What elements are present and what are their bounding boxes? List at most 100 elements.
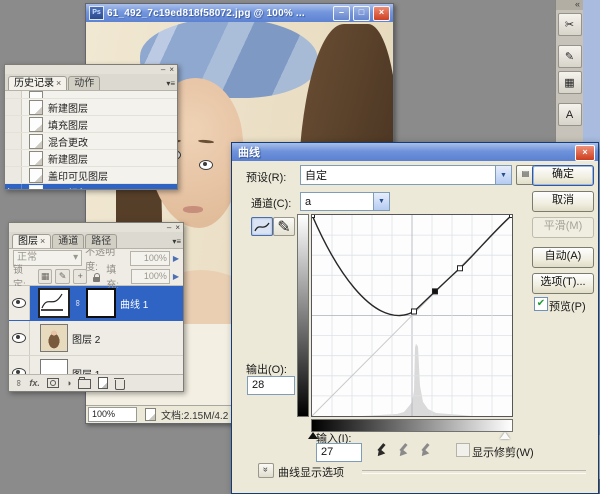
history-state-icon [29,151,43,166]
character-panel-icon[interactable]: A [558,103,582,126]
highlight-slider[interactable] [500,432,510,439]
dropdown-arrow-icon[interactable]: ▼ [373,193,389,210]
curve-plot[interactable] [311,214,513,417]
document-info-icon[interactable] [145,408,156,421]
image-window-title: 61_492_7c19ed818f58072.jpg @ 100% ... [107,8,330,19]
layers-bottom-bar: ∞ fx. ◑ [9,374,183,391]
curves-dialog-titlebar[interactable]: 曲线 [232,143,598,161]
new-group-icon[interactable] [78,379,91,389]
history-item[interactable]: 盖印可见图层 [5,167,177,184]
history-item-clipped[interactable] [5,91,177,99]
panel-close-icon[interactable]: × [175,224,180,232]
maximize-button[interactable]: □ [353,6,370,21]
brushes-icon[interactable]: ✎ [558,45,582,68]
photo-lips [183,206,203,213]
tab-close-icon[interactable]: × [56,78,61,88]
delete-layer-icon[interactable] [115,380,125,390]
fill-field[interactable]: 100% [131,269,170,284]
tab-paths[interactable]: 路径 [85,234,117,248]
mask-link-icon[interactable]: ∞ [73,299,83,307]
history-item[interactable]: 新建图层 [5,99,177,116]
new-layer-icon[interactable] [98,377,108,389]
display-options-expander[interactable]: » [258,463,274,478]
document-size-info: 文档:2.15M/4.2 [161,407,228,422]
auto-button[interactable]: 自动(A) [532,247,594,268]
photoshop-file-icon: Ps [89,6,104,20]
layer-row[interactable]: 图层 2 [9,321,183,356]
curve-plot-svg[interactable] [312,215,512,416]
preview-checkbox[interactable]: ✔ [534,297,548,311]
panel-close-icon[interactable]: × [169,66,174,74]
preset-select[interactable]: 自定 ▼ [300,165,512,185]
cancel-button[interactable]: 取消 [532,191,594,212]
show-clipping-label: 显示修剪(W) [472,444,534,460]
curve-point[interactable] [412,309,417,314]
image-window-titlebar[interactable]: Ps 61_492_7c19ed818f58072.jpg @ 100% ...… [86,4,393,22]
channel-select[interactable]: a ▼ [300,192,390,211]
gray-point-eyedropper-icon[interactable] [396,442,410,457]
lock-transparency-icon[interactable]: ▦ [38,269,53,284]
opacity-spinner-icon[interactable]: ▶ [173,254,179,263]
minimize-button[interactable]: – [333,6,350,21]
layer-name[interactable]: 图层 2 [72,331,100,346]
layer-name[interactable]: 曲线 1 [120,296,148,311]
curve-point[interactable] [510,215,513,218]
dock-collapse-chevron-icon[interactable]: « [556,0,583,10]
preview-label: 预览(P) [549,298,586,314]
ok-button[interactable]: 确定 [532,165,594,186]
layer-row-curves[interactable]: ∞ 曲线 1 [9,286,183,321]
curve-point-selected[interactable] [433,289,438,294]
history-item[interactable]: 混合更改 [5,133,177,150]
input-field[interactable]: 27 [316,443,362,462]
section-divider [362,470,586,474]
panel-menu-icon[interactable]: ▾≡ [172,238,181,246]
lock-position-icon[interactable]: + [73,269,88,284]
history-item[interactable]: 填充图层 [5,116,177,133]
curves-adjustment-thumbnail[interactable] [38,288,70,318]
pencil-curve-tool[interactable]: ✎ [273,217,295,236]
display-options-label: 曲线显示选项 [278,464,344,480]
tool-presets-icon[interactable]: ✂ [558,13,582,36]
history-list: 新建图层 填充图层 混合更改 新建图层 盖印可见图层 Lab 颜色 [5,91,177,189]
adjustment-layer-icon[interactable]: ◑ [66,378,71,388]
tab-layers[interactable]: 图层× [12,234,51,248]
visibility-eye-icon[interactable] [12,333,26,343]
history-item-selected[interactable]: Lab 颜色 [5,184,177,189]
point-curve-tool[interactable] [251,217,273,236]
layers-panel-minibar: – × [9,223,183,232]
curve-point[interactable] [458,266,463,271]
add-mask-icon[interactable] [47,378,59,388]
black-point-eyedropper-icon[interactable] [374,442,388,457]
blend-mode-row: 正常▾ 不透明度: 100% ▶ [9,249,183,267]
history-item[interactable]: 新建图层 [5,150,177,167]
fill-spinner-icon[interactable]: ▶ [173,272,179,281]
dialog-close-button[interactable]: × [575,145,595,161]
visibility-eye-icon[interactable] [12,298,26,308]
link-layers-icon[interactable]: ∞ [14,380,24,386]
panel-minimize-icon[interactable]: – [161,66,165,74]
output-field[interactable]: 28 [247,376,295,395]
tab-channels[interactable]: 通道 [52,234,84,248]
options-button[interactable]: 选项(T)... [532,273,594,294]
lock-pixels-icon[interactable]: ✎ [55,269,70,284]
layer-mask-thumbnail[interactable] [86,288,116,318]
tab-history[interactable]: 历史记录× [8,76,67,90]
layer-style-fx-icon[interactable]: fx. [29,378,40,388]
close-button[interactable]: × [373,6,390,21]
opacity-field[interactable]: 100% [130,251,170,266]
curve-point[interactable] [312,215,315,218]
tab-close-icon[interactable]: × [40,236,45,246]
layers-panel: – × 图层× 通道 路径 ▾≡ 正常▾ 不透明度: 100% ▶ 锁定: ▦ … [8,222,184,392]
clone-source-icon[interactable]: ▦ [558,71,582,94]
history-state-pointer-icon[interactable] [8,188,14,189]
white-point-eyedropper-icon[interactable] [418,442,432,457]
tab-actions[interactable]: 动作 [68,76,100,90]
zoom-level-field[interactable]: 100% [88,407,137,422]
panel-menu-icon[interactable]: ▾≡ [166,80,175,88]
history-state-icon [29,185,43,190]
dropdown-arrow-icon[interactable]: ▼ [495,166,511,184]
lock-all-icon[interactable] [93,277,100,282]
panel-minimize-icon[interactable]: – [167,224,171,232]
channel-label: 通道(C): [251,195,291,211]
layer-thumbnail[interactable] [40,324,68,352]
